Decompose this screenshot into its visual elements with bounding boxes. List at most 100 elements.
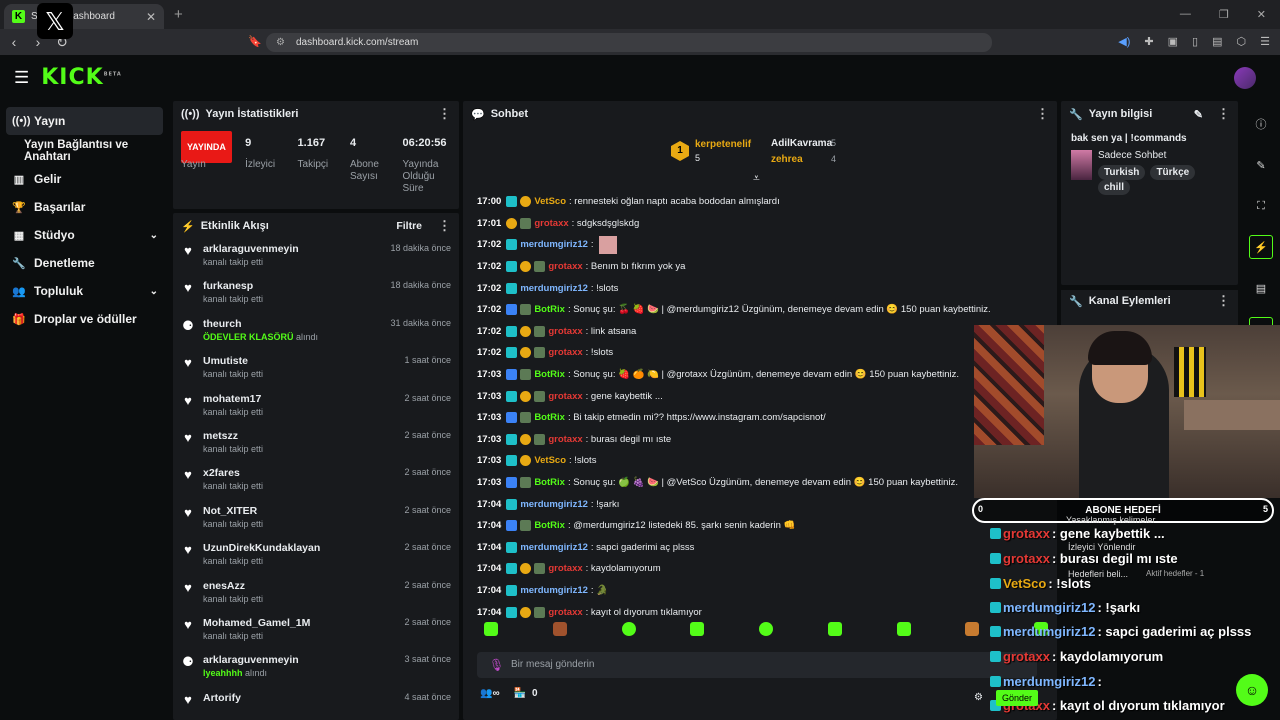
activity-time: 2 saat önce <box>404 467 451 478</box>
activity-username[interactable]: x2fares <box>203 467 396 479</box>
filter-button[interactable]: Filtre <box>396 220 422 232</box>
sidebar-item-denetleme[interactable]: 🔧 Denetleme <box>0 249 170 277</box>
chat-username[interactable]: merdumgiriz12 <box>520 542 588 553</box>
og-badge-icon <box>520 261 532 273</box>
menu-icon[interactable]: ☰ <box>1260 35 1270 48</box>
info-icon[interactable]: ⓘ <box>1249 112 1273 136</box>
sidebar-item-gelir[interactable]: ▥ Gelir <box>0 165 170 193</box>
close-tab-icon[interactable]: ✕ <box>146 10 156 24</box>
chat-username[interactable]: merdumgiriz12 <box>520 239 588 250</box>
lightning-icon[interactable]: ⚡ <box>1249 235 1273 259</box>
extensions-icon[interactable]: ✚ <box>1144 35 1153 48</box>
panel-title: Sohbet <box>490 108 528 120</box>
hamburger-menu-icon[interactable]: ☰ <box>14 68 29 88</box>
shop-icon[interactable]: 🏪 <box>514 688 526 699</box>
tag[interactable]: Turkish <box>1097 165 1146 180</box>
vpn-icon[interactable]: ⬡ <box>1237 35 1247 48</box>
tag[interactable]: chill <box>1097 180 1130 195</box>
activity-username[interactable]: mohatem17 <box>203 393 396 405</box>
sidebar-item-stream-key[interactable]: Yayın Bağlantısı ve Anahtarı <box>0 137 170 165</box>
chat-username[interactable]: grotaxx <box>548 607 582 618</box>
emote-icon[interactable] <box>690 622 705 636</box>
activity-username[interactable]: theurch <box>203 318 382 330</box>
overlay-username: grotaxx <box>1003 551 1050 566</box>
chat-username[interactable]: VetSco <box>534 455 566 466</box>
activity-username[interactable]: Mohamed_Gamel_1M <box>203 617 396 629</box>
back-icon[interactable]: ‹ <box>4 34 24 50</box>
document-icon[interactable]: ▤ <box>1249 276 1273 300</box>
collapse-icon[interactable]: ⩡ <box>753 171 760 186</box>
chat-input[interactable]: 🎙 Bir mesaj gönderin <box>477 652 1037 678</box>
chat-username[interactable]: merdumgiriz12 <box>520 499 588 510</box>
category-name[interactable]: Sadece Sohbet <box>1098 150 1228 161</box>
sidebar-item-topluluk[interactable]: 👥 Topluluk ⌄ <box>0 277 170 305</box>
activity-username[interactable]: furkanesp <box>203 280 382 292</box>
kick-logo[interactable]: KICKBETA <box>41 65 122 90</box>
edit-icon[interactable]: ✎ <box>1194 108 1203 121</box>
chat-username[interactable]: grotaxx <box>548 434 582 445</box>
focus-icon[interactable]: ⛶ <box>1249 194 1273 218</box>
chat-username[interactable]: merdumgiriz12 <box>520 283 588 294</box>
screenshot-icon[interactable]: ▣ <box>1168 35 1178 48</box>
gifter-name[interactable]: zehrea <box>771 154 803 165</box>
more-options-icon[interactable]: ⋮ <box>438 106 451 122</box>
more-options-icon[interactable]: ⋮ <box>1036 106 1049 122</box>
sidebar-item-droplar[interactable]: 🎁 Droplar ve ödüller <box>0 305 170 333</box>
activity-username[interactable]: enesAzz <box>203 580 396 592</box>
support-chat-icon[interactable]: ☺ <box>1236 674 1268 706</box>
browser-tab[interactable]: K Stream Dashboard ✕ <box>4 4 164 29</box>
chat-username[interactable]: grotaxx <box>548 261 582 272</box>
chat-username[interactable]: BotRix <box>534 477 565 488</box>
more-options-icon[interactable]: ⋮ <box>438 218 451 234</box>
chat-username[interactable]: grotaxx <box>534 218 568 229</box>
message-text: : Sonuç şu: 🍒 🍓 🍉 | @merdumgiriz12 Üzgün… <box>567 304 991 316</box>
emote-icon[interactable] <box>896 622 911 636</box>
address-bar[interactable]: ⚙ dashboard.kick.com/stream <box>266 33 992 52</box>
chat-username[interactable]: grotaxx <box>548 347 582 358</box>
sidebar-icon[interactable]: ▯ <box>1192 35 1198 48</box>
activity-username[interactable]: arklaraguvenmeyin <box>203 654 396 666</box>
translate-icon[interactable]: ◀) <box>1118 35 1130 48</box>
chat-username[interactable]: grotaxx <box>548 563 582 574</box>
viewers-chat-icon[interactable]: 👥∞ <box>480 688 500 699</box>
more-options-icon[interactable]: ⋮ <box>1217 293 1230 309</box>
pencil-icon[interactable]: ✎ <box>1249 153 1273 177</box>
chat-username[interactable]: grotaxx <box>548 326 582 337</box>
maximize-icon[interactable]: ❐ <box>1219 8 1229 21</box>
chat-username[interactable]: BotRix <box>534 369 565 380</box>
chat-message: 17:04 merdumgiriz12: 🐊 <box>463 580 1057 602</box>
chat-username[interactable]: BotRix <box>534 304 565 315</box>
gifter-name[interactable]: kerpetenelif <box>695 139 751 150</box>
wallet-icon[interactable]: ▤ <box>1212 35 1222 48</box>
emote-icon[interactable] <box>484 622 498 636</box>
chat-username[interactable]: merdumgiriz12 <box>520 585 588 596</box>
activity-username[interactable]: Artorify <box>203 692 396 704</box>
activity-username[interactable]: UzunDirekKundaklayan <box>203 542 396 554</box>
sidebar-item-basarilar[interactable]: 🏆 Başarılar <box>0 193 170 221</box>
emote-icon[interactable] <box>621 622 636 636</box>
sub-badge-icon <box>990 676 1001 687</box>
chat-username[interactable]: grotaxx <box>548 391 582 402</box>
tag[interactable]: Türkçe <box>1150 165 1196 180</box>
sidebar-item-studyo[interactable]: ▦ Stüdyo ⌄ <box>0 221 170 249</box>
chat-username[interactable]: BotRix <box>534 520 565 531</box>
emote-icon[interactable] <box>827 622 842 636</box>
emote-icon[interactable] <box>759 622 773 636</box>
site-info-icon[interactable]: ⚙ <box>276 33 285 52</box>
chat-username[interactable]: VetSco <box>534 196 566 207</box>
activity-username[interactable]: metszz <box>203 430 396 442</box>
bookmark-icon[interactable]: 🔖 <box>248 35 262 48</box>
activity-username[interactable]: arklaraguvenmeyin <box>203 243 382 255</box>
activity-username[interactable]: Not_XITER <box>203 505 396 517</box>
gifter-name[interactable]: AdilKavrama <box>771 138 832 149</box>
new-tab-icon[interactable]: + <box>174 6 183 23</box>
send-button[interactable]: Gönder <box>996 690 1039 706</box>
close-window-icon[interactable]: ✕ <box>1257 8 1266 21</box>
emote-icon[interactable] <box>552 622 567 636</box>
sidebar-item-yayin[interactable]: ((•)) Yayın <box>6 107 163 135</box>
minimize-icon[interactable]: — <box>1180 8 1191 21</box>
chat-username[interactable]: BotRix <box>534 412 565 423</box>
avatar[interactable] <box>1234 67 1256 89</box>
more-options-icon[interactable]: ⋮ <box>1217 106 1230 122</box>
activity-username[interactable]: Umutiste <box>203 355 396 367</box>
